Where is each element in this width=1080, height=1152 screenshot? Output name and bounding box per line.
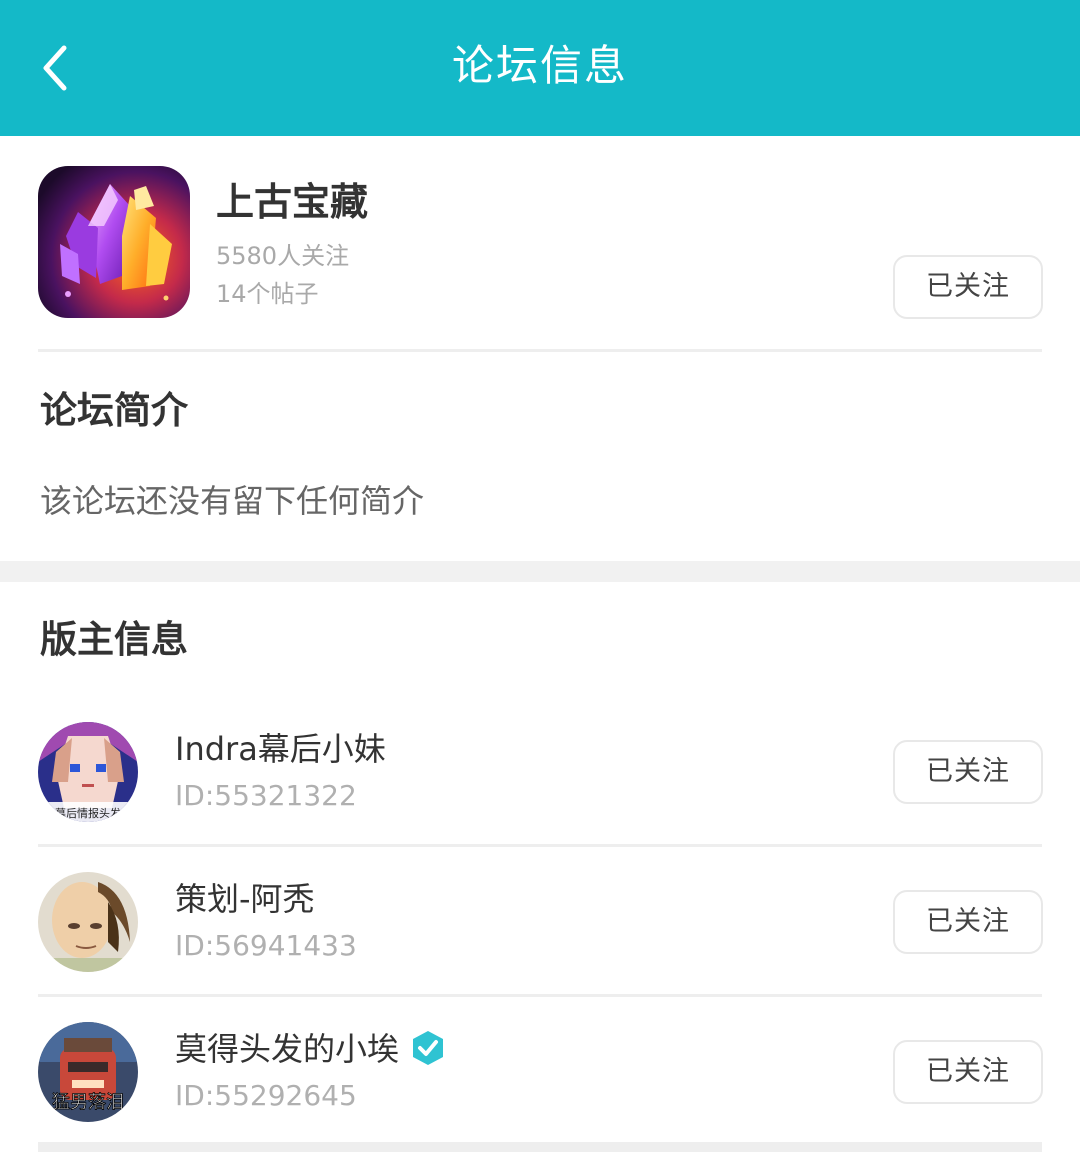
forum-icon — [38, 166, 190, 318]
avatar[interactable] — [38, 872, 138, 972]
moderator-avatar-image: 幕后情报头发 — [38, 722, 138, 822]
moderator-avatar-image: 猛男落泪 — [38, 1022, 138, 1122]
forum-post-count: 14个帖子 — [216, 280, 319, 308]
divider — [38, 1142, 1042, 1152]
intro-text: 该论坛还没有留下任何简介 — [40, 482, 425, 520]
header-bar: 论坛信息 — [0, 0, 1080, 136]
moderator-follow-button[interactable]: 已关注 — [893, 740, 1043, 804]
svg-text:幕后情报头发: 幕后情报头发 — [55, 806, 121, 820]
divider — [38, 349, 1042, 352]
moderator-id: ID:55321322 — [175, 779, 357, 812]
section-separator — [0, 561, 1080, 582]
intro-section-title: 论坛简介 — [40, 389, 188, 432]
moderator-id: ID:56941433 — [175, 929, 357, 962]
avatar[interactable]: 猛男落泪 — [38, 1022, 138, 1122]
moderator-name: 策划-阿秃 — [175, 880, 315, 918]
moderator-name-text: 莫得头发的小埃 — [175, 1030, 400, 1068]
moderator-name: Indra幕后小妹 — [175, 730, 386, 768]
forum-follower-count: 5580人关注 — [216, 242, 350, 270]
verified-badge-icon — [413, 1031, 444, 1065]
avatar[interactable]: 幕后情报头发 — [38, 722, 138, 822]
page-title: 论坛信息 — [451, 41, 628, 90]
moderator-follow-button[interactable]: 已关注 — [893, 1040, 1043, 1104]
moderator-name: 莫得头发的小埃 — [175, 1027, 445, 1071]
moderators-section-title: 版主信息 — [40, 618, 188, 661]
forum-follow-button[interactable]: 已关注 — [893, 255, 1043, 319]
svg-text:猛男落泪: 猛男落泪 — [52, 1092, 124, 1113]
crystal-icon — [38, 166, 190, 318]
moderator-id: ID:55292645 — [175, 1079, 357, 1112]
divider — [38, 994, 1042, 997]
moderator-follow-button[interactable]: 已关注 — [893, 890, 1043, 954]
divider — [38, 844, 1042, 847]
moderator-avatar-image — [38, 872, 138, 972]
forum-name: 上古宝藏 — [216, 180, 369, 224]
